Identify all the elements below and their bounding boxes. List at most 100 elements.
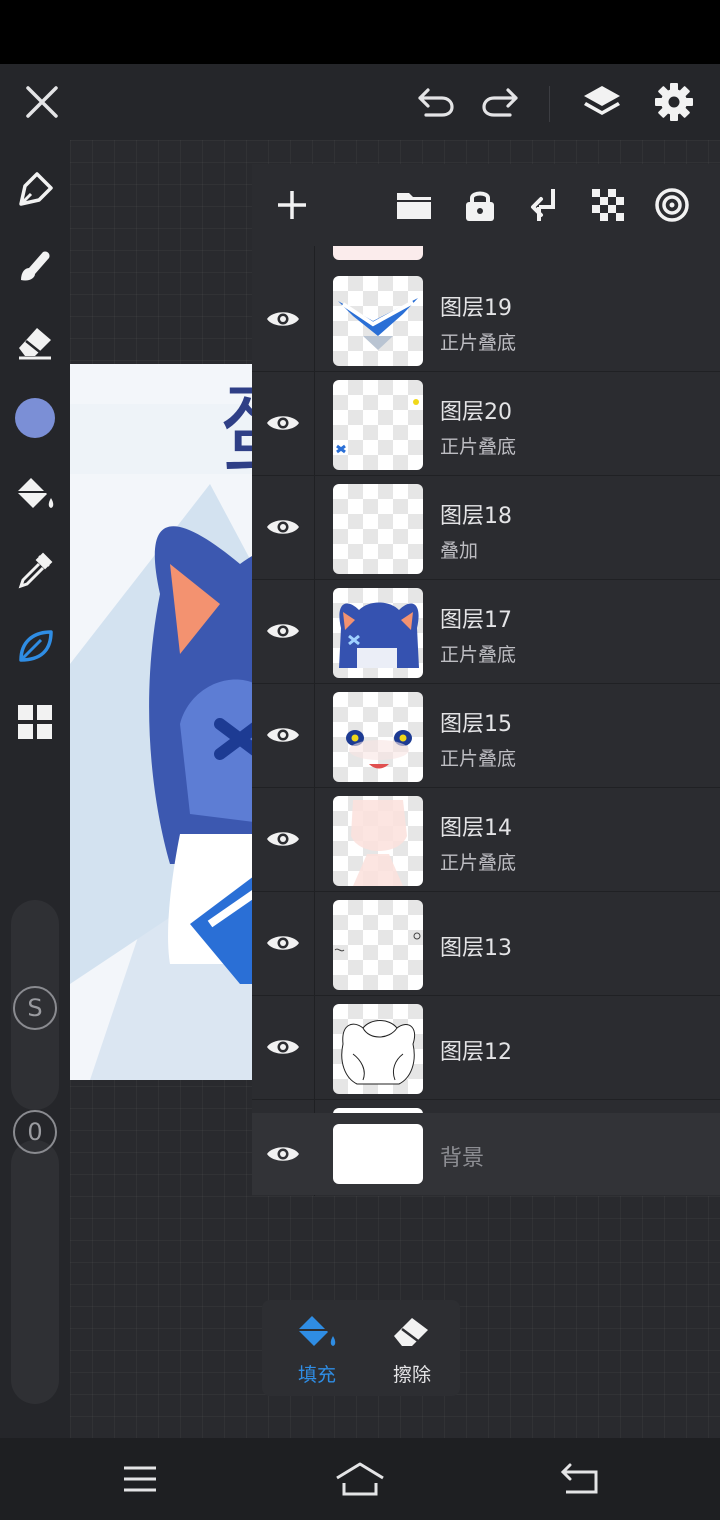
size-slider-knob[interactable]: S — [13, 986, 57, 1030]
eraser-icon — [394, 1318, 428, 1346]
layer-name: 图层14 — [440, 816, 512, 841]
folder-icon — [397, 193, 431, 219]
visibility-toggle[interactable] — [264, 820, 302, 858]
layer-name: 图层12 — [440, 1040, 512, 1065]
redo-icon — [482, 88, 518, 117]
layer-thumbnail — [333, 276, 423, 366]
layer-thumbnail — [333, 1004, 423, 1094]
eye-icon — [267, 416, 299, 430]
layer-row[interactable]: 图层17 正片叠底 — [252, 580, 720, 684]
redo-button[interactable] — [474, 78, 526, 126]
layers-button[interactable] — [576, 78, 628, 126]
layer-name: 图层18 — [440, 504, 512, 529]
home-nav-button[interactable] — [330, 1456, 390, 1502]
layer-blend-mode: 正片叠底 — [440, 748, 517, 770]
layer-thumbnail — [333, 380, 423, 470]
layer-target-button[interactable] — [647, 180, 697, 230]
layer-thumbnail — [333, 692, 423, 782]
layer-name: 图层13 — [440, 936, 512, 961]
lock-layer-button[interactable] — [455, 180, 505, 230]
home-icon — [336, 1462, 384, 1496]
eye-icon — [267, 936, 299, 950]
fill-mode-label: 填充 — [297, 1364, 336, 1386]
top-toolbar — [0, 64, 720, 140]
smudge-icon — [21, 251, 50, 281]
opacity-slider-knob[interactable]: 0 — [13, 1110, 57, 1154]
gear-icon — [655, 83, 693, 121]
background-layer-name: 背景 — [440, 1146, 485, 1171]
checkerboard-icon — [592, 189, 624, 221]
opacity-slider[interactable] — [11, 1140, 59, 1404]
pen-tool-button[interactable] — [9, 164, 61, 216]
visibility-toggle[interactable] — [264, 924, 302, 962]
eraser-tool-button[interactable] — [9, 316, 61, 368]
lock-icon — [466, 191, 494, 221]
smudge-tool-button[interactable] — [9, 240, 61, 292]
paint-bucket-icon — [17, 478, 54, 508]
layer-row[interactable]: 图层14 正片叠底 — [252, 788, 720, 892]
eye-icon — [267, 1147, 299, 1161]
system-navigation-bar — [0, 1438, 720, 1520]
blur-tool-button[interactable] — [9, 620, 61, 672]
layer-blend-mode: 正片叠底 — [440, 332, 517, 354]
left-toolbar: S 0 — [0, 140, 70, 1438]
add-layer-button[interactable] — [267, 180, 317, 230]
eraser-icon — [19, 328, 51, 360]
undo-button[interactable] — [410, 78, 462, 126]
visibility-toggle[interactable] — [264, 716, 302, 754]
layer-row[interactable]: 图层20 正片叠底 — [252, 372, 720, 476]
more-tools-button[interactable] — [9, 696, 61, 748]
layer-folder-button[interactable] — [389, 180, 439, 230]
drawing-app: 蛋 — [0, 64, 720, 1438]
menu-nav-button[interactable] — [110, 1456, 170, 1502]
fill-mode-button[interactable]: 填充 — [277, 1308, 357, 1390]
layer-thumbnail — [333, 900, 423, 990]
layer-thumbnail-partial — [333, 246, 423, 260]
current-color-swatch — [15, 398, 55, 438]
visibility-toggle[interactable] — [264, 404, 302, 442]
merge-down-button[interactable] — [519, 180, 569, 230]
layers-icon — [584, 86, 620, 115]
visibility-toggle[interactable] — [264, 1135, 302, 1173]
color-picker-button[interactable] — [9, 392, 61, 444]
layer-row[interactable]: 图层13 — [252, 892, 720, 996]
layer-thumbnail — [333, 588, 423, 678]
layer-row[interactable]: 图层19 正片叠底 — [252, 268, 720, 372]
layer-blend-mode: 叠加 — [440, 540, 479, 562]
fill-tool-options: 填充 擦除 — [262, 1300, 460, 1396]
layer-panel: 图层19 正片叠底 图层20 正片叠底 图层18 叠加 图层17 正片叠底 图层… — [252, 164, 720, 1196]
eye-icon — [267, 624, 299, 638]
layer-thumbnail — [333, 484, 423, 574]
visibility-toggle[interactable] — [264, 508, 302, 546]
layer-row[interactable]: 图层12 — [252, 996, 720, 1100]
toolbar-divider — [549, 86, 550, 122]
eye-icon — [267, 520, 299, 534]
back-nav-button[interactable] — [550, 1456, 610, 1502]
add-icon — [278, 191, 306, 219]
settings-button[interactable] — [648, 78, 700, 126]
close-button[interactable] — [16, 78, 68, 126]
eyedropper-tool-button[interactable] — [9, 544, 61, 596]
erase-mode-button[interactable]: 擦除 — [372, 1308, 452, 1390]
layer-blend-mode: 正片叠底 — [440, 436, 517, 458]
layer-row[interactable]: 图层18 叠加 — [252, 476, 720, 580]
grid-icon — [18, 705, 52, 739]
background-layer-row[interactable]: 背景 — [252, 1113, 720, 1195]
layer-blend-mode: 正片叠底 — [440, 852, 517, 874]
layer-name: 图层19 — [440, 296, 512, 321]
back-icon — [560, 1463, 598, 1494]
layer-row[interactable]: 图层15 正片叠底 — [252, 684, 720, 788]
visibility-toggle[interactable] — [264, 612, 302, 650]
erase-mode-label: 擦除 — [392, 1364, 431, 1386]
visibility-toggle[interactable] — [264, 300, 302, 338]
target-icon — [655, 188, 689, 222]
transparency-button[interactable] — [583, 180, 633, 230]
eyedropper-icon — [18, 552, 53, 589]
eye-icon — [267, 1040, 299, 1054]
menu-icon — [124, 1466, 156, 1492]
merge-down-icon — [531, 189, 555, 221]
visibility-toggle[interactable] — [264, 1028, 302, 1066]
eye-icon — [267, 312, 299, 326]
fill-tool-button[interactable] — [9, 468, 61, 520]
eye-icon — [267, 728, 299, 742]
